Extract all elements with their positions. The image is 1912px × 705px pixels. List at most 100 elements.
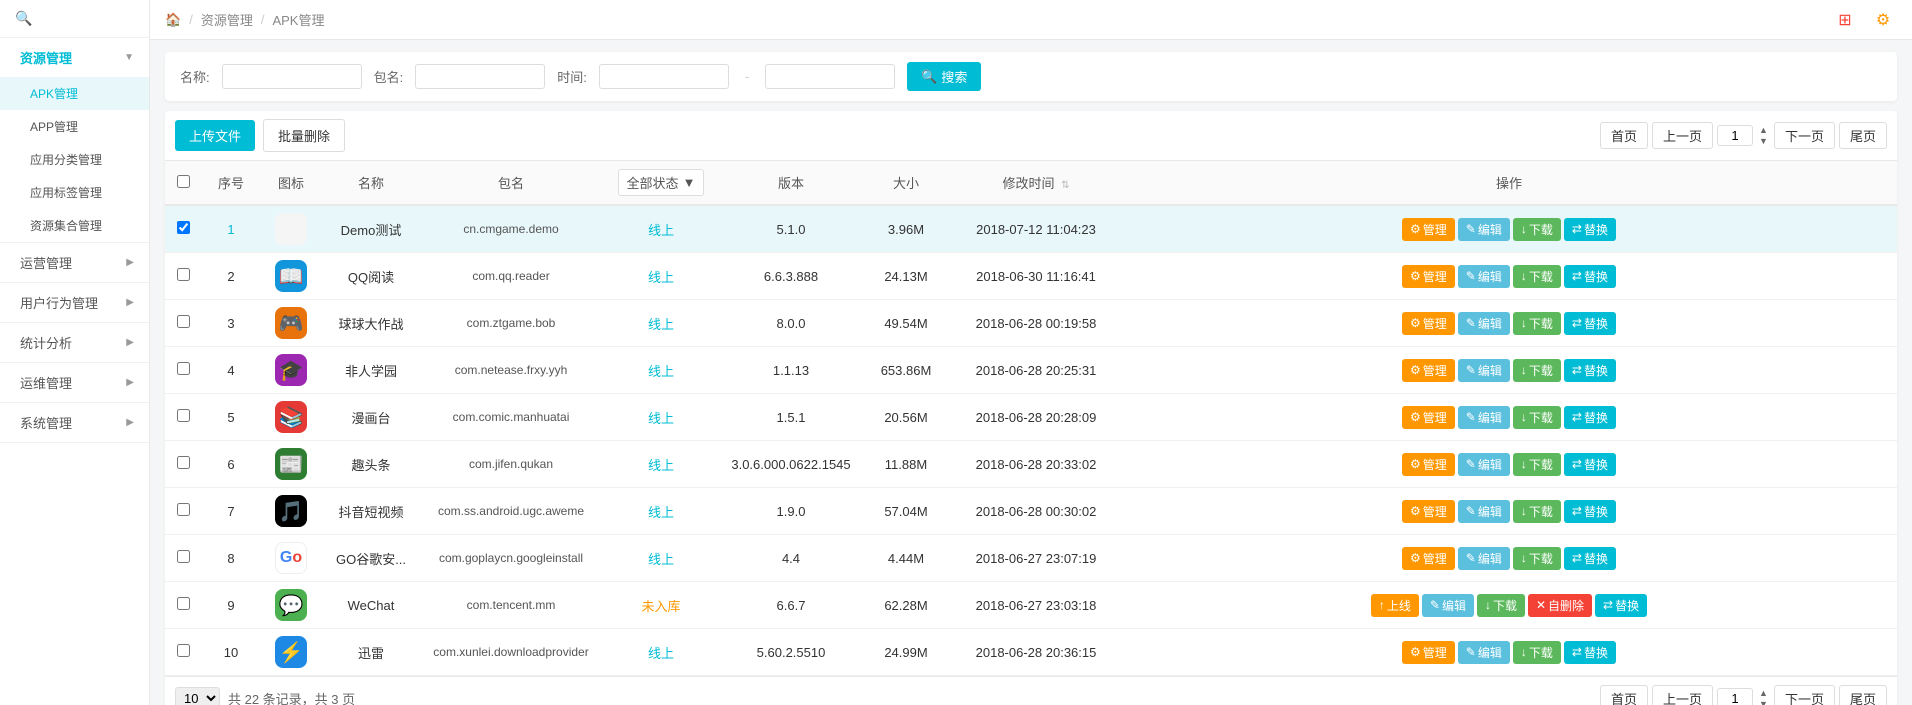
name-input[interactable] [222,64,362,89]
op-replace-button[interactable]: ⇄ 替换 [1564,641,1616,664]
op-edit-button[interactable]: ✎ 编辑 [1458,218,1510,241]
op-manage-button[interactable]: ⚙ 管理 [1402,359,1455,382]
sidebar-item-app-category[interactable]: 应用分类管理 [0,143,149,176]
row-checkbox[interactable] [177,456,190,469]
op-replace-button[interactable]: ⇄ 替换 [1564,500,1616,523]
sidebar-item-resource-collection[interactable]: 资源集合管理 [0,209,149,242]
next-page-btn-top[interactable]: 下一页 [1774,122,1835,149]
op-download-button[interactable]: ↓ 下载 [1513,265,1561,288]
last-page-btn-bottom[interactable]: 尾页 [1839,685,1887,705]
search-icon[interactable]: 🔍 [15,10,32,26]
row-checkbox[interactable] [177,409,190,422]
op-download-button[interactable]: ↓ 下载 [1513,312,1561,335]
status-cell: 线上 [601,300,721,347]
op-replace-button[interactable]: ⇄ 替换 [1564,265,1616,288]
select-all-checkbox[interactable] [177,175,190,188]
op-edit-button[interactable]: ✎ 编辑 [1458,406,1510,429]
sidebar-item-resource-mgmt[interactable]: 资源管理 ▼ [0,38,149,77]
op-manage-button[interactable]: ⚙ 管理 [1402,641,1455,664]
page-number-input-bottom[interactable] [1717,688,1753,705]
row-checkbox[interactable] [177,550,190,563]
op-download-button[interactable]: ↓ 下载 [1513,453,1561,476]
pkg-cell: com.comic.manhuatai [421,394,601,441]
first-page-btn-top[interactable]: 首页 [1600,122,1648,149]
row-checkbox[interactable] [177,268,190,281]
home-icon[interactable]: 🏠 [165,12,181,28]
op-manage-button[interactable]: ⚙ 管理 [1402,453,1455,476]
pkg-input[interactable] [415,64,545,89]
op-manage-button[interactable]: ⚙ 管理 [1402,312,1455,335]
op-download-button[interactable]: ↓ 下载 [1513,547,1561,570]
op-replace-button[interactable]: ⇄ 替换 [1564,453,1616,476]
replace-icon: ⇄ [1572,457,1582,471]
op-download-button[interactable]: ↓ 下载 [1477,594,1525,617]
op-delete-button[interactable]: ✕ 自删除 [1528,594,1592,617]
next-page-btn-bottom[interactable]: 下一页 [1774,685,1835,705]
row-checkbox[interactable] [177,503,190,516]
row-checkbox[interactable] [177,644,190,657]
upload-button[interactable]: 上传文件 [175,120,255,151]
op-replace-button[interactable]: ⇄ 替换 [1564,547,1616,570]
sidebar-item-ops-admin[interactable]: 运维管理 ▶ [0,363,149,402]
op-edit-button[interactable]: ✎ 编辑 [1458,312,1510,335]
op-download-button[interactable]: ↓ 下载 [1513,406,1561,429]
op-replace-button[interactable]: ⇄ 替换 [1595,594,1647,617]
op-online-button[interactable]: ↑ 上线 [1371,594,1419,617]
prev-page-btn-bottom[interactable]: 上一页 [1652,685,1713,705]
sidebar-item-ops-mgmt[interactable]: 运营管理 ▶ [0,243,149,282]
sidebar-item-user-behavior[interactable]: 用户行为管理 ▶ [0,283,149,322]
op-edit-button[interactable]: ✎ 编辑 [1458,547,1510,570]
page-number-input-top[interactable] [1717,125,1753,146]
page-up-arrow-top[interactable]: ▲ [1757,125,1770,136]
op-edit-button[interactable]: ✎ 编辑 [1458,641,1510,664]
op-manage-button[interactable]: ⚙ 管理 [1402,265,1455,288]
status-filter-dropdown[interactable]: 全部状态 ▼ [618,169,705,196]
row-checkbox[interactable] [177,315,190,328]
op-edit-button[interactable]: ✎ 编辑 [1458,265,1510,288]
op-replace-button[interactable]: ⇄ 替换 [1564,406,1616,429]
op-edit-button[interactable]: ✎ 编辑 [1458,500,1510,523]
row-checkbox[interactable] [177,221,190,234]
batch-delete-button[interactable]: 批量删除 [263,119,345,152]
op-replace-button[interactable]: ⇄ 替换 [1564,218,1616,241]
page-down-arrow-bottom[interactable]: ▼ [1757,699,1770,705]
download-icon: ↓ [1521,457,1527,471]
topbar-settings-icon[interactable]: ⚙ [1869,6,1897,34]
op-download-button[interactable]: ↓ 下载 [1513,500,1561,523]
time-to-input[interactable] [765,64,895,89]
breadcrumb-sep1: / [189,12,193,27]
prev-page-btn-top[interactable]: 上一页 [1652,122,1713,149]
chevron-right-icon4: ▶ [126,377,134,388]
topbar-grid-icon[interactable]: ⊞ [1831,6,1859,34]
header-time[interactable]: 修改时间 ⇅ [951,161,1121,205]
row-checkbox[interactable] [177,362,190,375]
sidebar-item-app-mgmt[interactable]: APP管理 [0,110,149,143]
op-manage-button[interactable]: ⚙ 管理 [1402,500,1455,523]
header-status[interactable]: 全部状态 ▼ [601,161,721,205]
first-page-btn-bottom[interactable]: 首页 [1600,685,1648,705]
last-page-btn-top[interactable]: 尾页 [1839,122,1887,149]
op-manage-button[interactable]: ⚙ 管理 [1402,406,1455,429]
op-download-button[interactable]: ↓ 下载 [1513,218,1561,241]
per-page-select[interactable]: 10 20 50 [175,687,220,705]
op-replace-button[interactable]: ⇄ 替换 [1564,312,1616,335]
page-up-arrow-bottom[interactable]: ▲ [1757,688,1770,699]
op-edit-button[interactable]: ✎ 编辑 [1422,594,1474,617]
op-manage-button[interactable]: ⚙ 管理 [1402,218,1455,241]
op-manage-button[interactable]: ⚙ 管理 [1402,547,1455,570]
op-edit-button[interactable]: ✎ 编辑 [1458,359,1510,382]
sidebar-item-app-tag[interactable]: 应用标签管理 [0,176,149,209]
op-download-button[interactable]: ↓ 下载 [1513,641,1561,664]
seq-link[interactable]: 1 [227,222,234,237]
page-down-arrow-top[interactable]: ▼ [1757,136,1770,147]
sidebar-item-system[interactable]: 系统管理 ▶ [0,403,149,442]
op-replace-button[interactable]: ⇄ 替换 [1564,359,1616,382]
time-cell: 2018-06-27 23:07:19 [951,535,1121,582]
search-button[interactable]: 🔍 搜索 [907,62,981,91]
op-download-button[interactable]: ↓ 下载 [1513,359,1561,382]
op-edit-button[interactable]: ✎ 编辑 [1458,453,1510,476]
time-from-input[interactable] [599,64,729,89]
sidebar-item-apk-mgmt[interactable]: APK管理 [0,77,149,110]
row-checkbox[interactable] [177,597,190,610]
sidebar-item-stats[interactable]: 统计分析 ▶ [0,323,149,362]
